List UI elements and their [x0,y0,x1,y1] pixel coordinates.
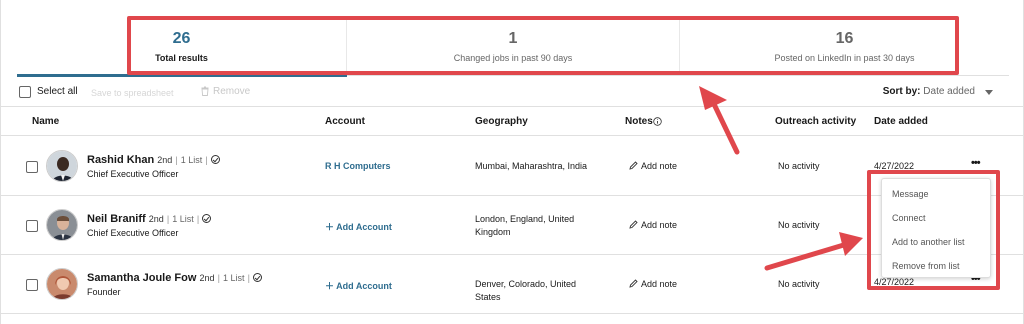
arrow-right-icon [764,232,863,271]
saved-leads-card: 26 Total results 1 Changed jobs in past … [0,0,1024,324]
annotation-arrows [699,86,863,271]
arrow-up-icon [699,86,740,155]
